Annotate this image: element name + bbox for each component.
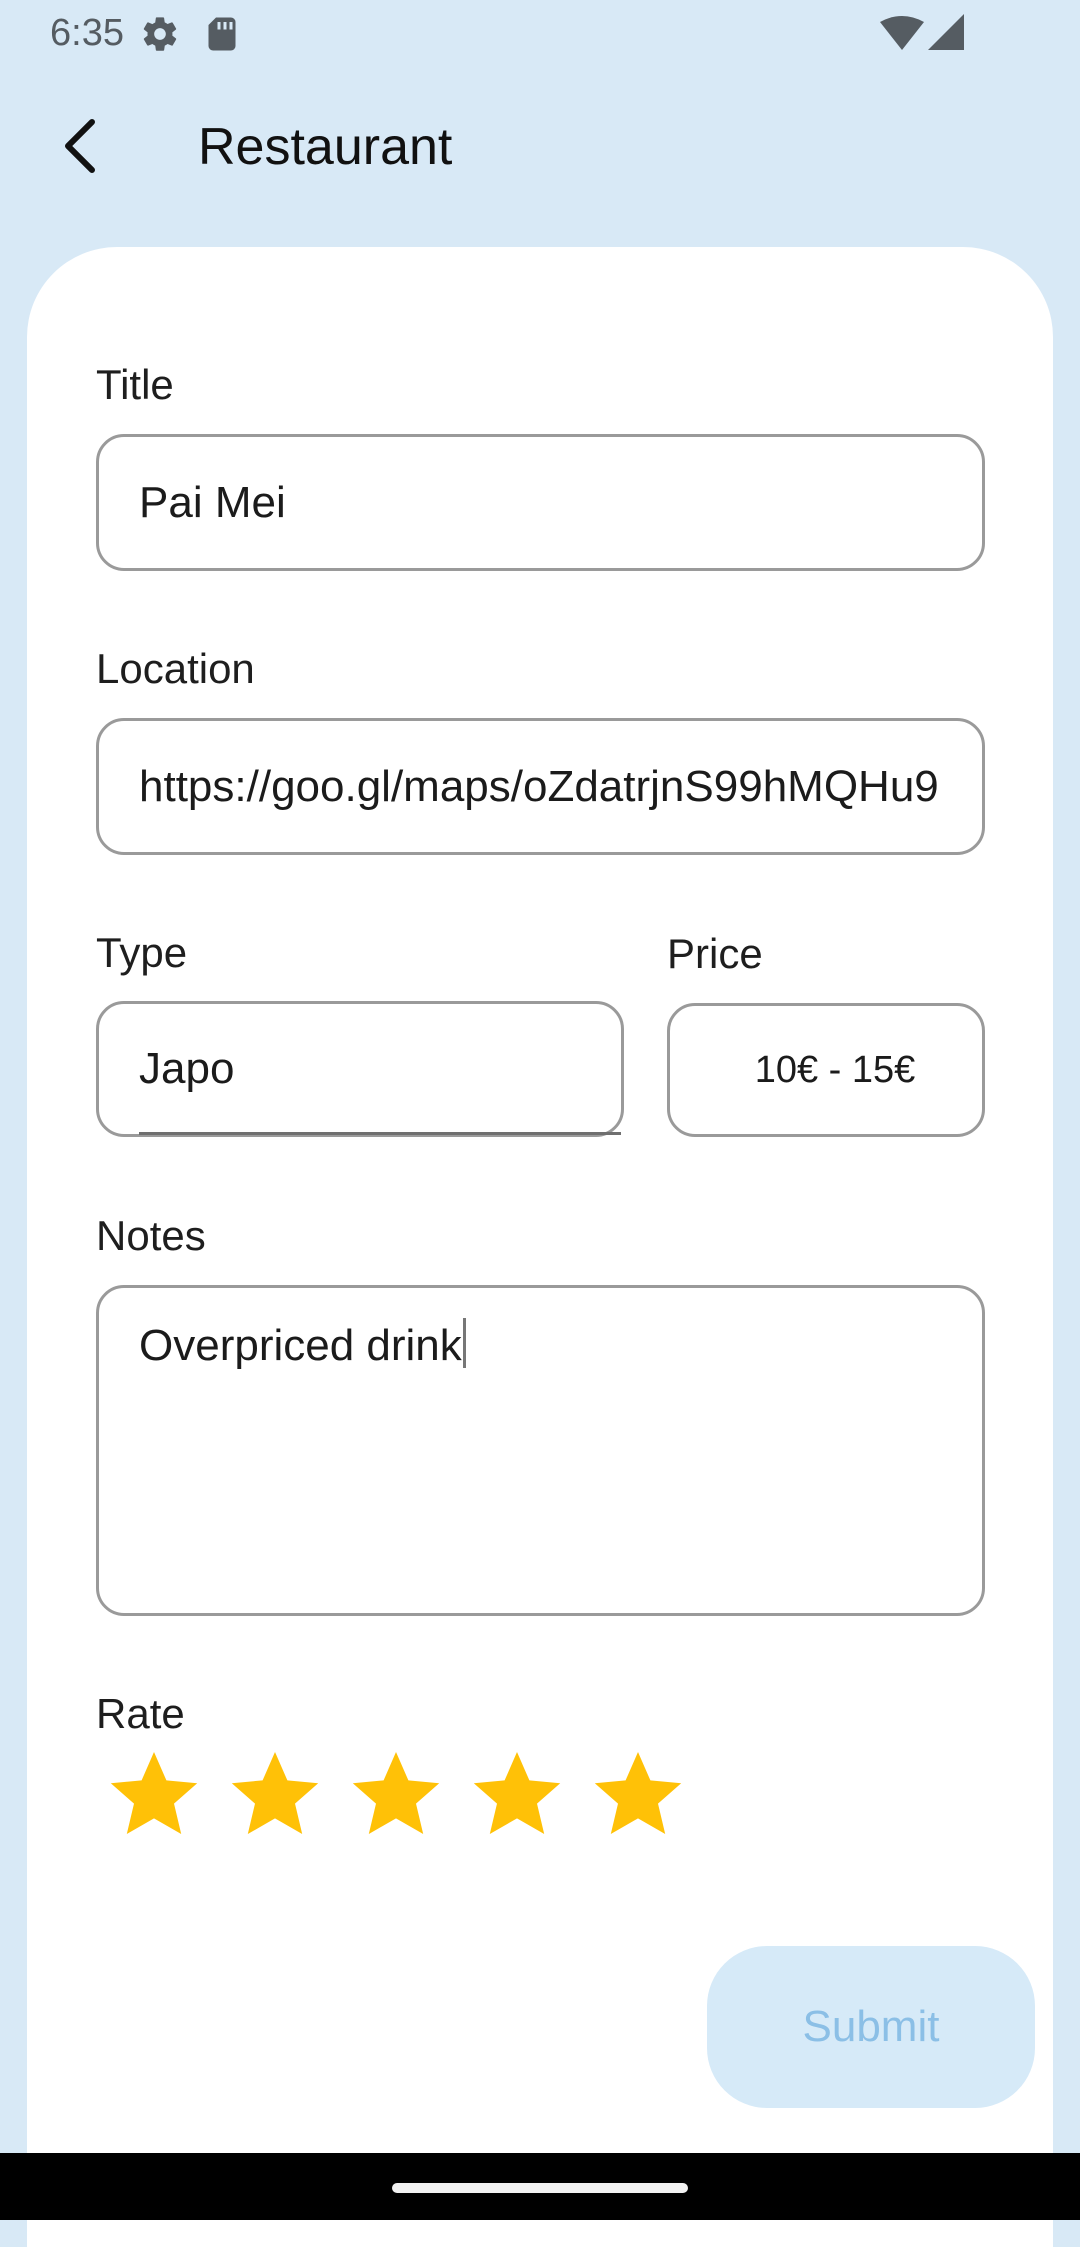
location-label: Location	[96, 645, 255, 692]
navigation-bar	[0, 2153, 1080, 2220]
rate-label: Rate	[96, 1690, 185, 1737]
status-time: 6:35	[50, 12, 124, 54]
home-indicator[interactable]	[392, 2183, 688, 2193]
title-input[interactable]: Pai Mei	[96, 434, 985, 571]
notes-label: Notes	[96, 1212, 206, 1259]
notes-value: Overpriced drink	[139, 1321, 462, 1370]
page-title: Restaurant	[198, 118, 453, 176]
submit-button-label: Submit	[802, 2002, 940, 2051]
location-input-value: https://goo.gl/maps/oZdatrjnS99hMQHu9	[139, 762, 939, 811]
star-icon-1[interactable]	[106, 1746, 202, 1842]
sd-card-icon	[208, 17, 236, 51]
star-icon-4[interactable]	[469, 1746, 565, 1842]
app-bar: Restaurant	[0, 66, 1080, 246]
back-button[interactable]	[40, 106, 120, 186]
chevron-left-icon	[65, 119, 95, 173]
title-label: Title	[96, 361, 174, 408]
wifi-icon	[880, 16, 924, 50]
star-icon-2[interactable]	[227, 1746, 323, 1842]
price-dropdown[interactable]: 10€ - 15€	[667, 1003, 985, 1137]
price-label: Price	[667, 930, 763, 977]
star-icon-3[interactable]	[348, 1746, 444, 1842]
rating-stars	[106, 1746, 686, 1842]
price-value: 10€ - 15€	[754, 1048, 916, 1091]
star-icon-5[interactable]	[590, 1746, 686, 1842]
type-label: Type	[96, 929, 188, 976]
type-input-underline	[139, 1132, 621, 1135]
status-bar: 6:35	[0, 0, 1080, 66]
settings-gear-icon	[143, 17, 177, 51]
title-input-value: Pai Mei	[139, 478, 286, 527]
notes-text-line: Overpriced drink	[139, 1318, 466, 1371]
type-input[interactable]: Japo	[96, 1001, 624, 1137]
submit-button[interactable]: Submit	[707, 1946, 1035, 2108]
cell-signal-icon	[928, 14, 964, 50]
notes-textarea[interactable]: Overpriced drink	[96, 1285, 985, 1616]
type-input-value: Japo	[139, 1044, 235, 1093]
text-cursor	[462, 1318, 466, 1368]
location-input[interactable]: https://goo.gl/maps/oZdatrjnS99hMQHu9	[96, 718, 985, 855]
